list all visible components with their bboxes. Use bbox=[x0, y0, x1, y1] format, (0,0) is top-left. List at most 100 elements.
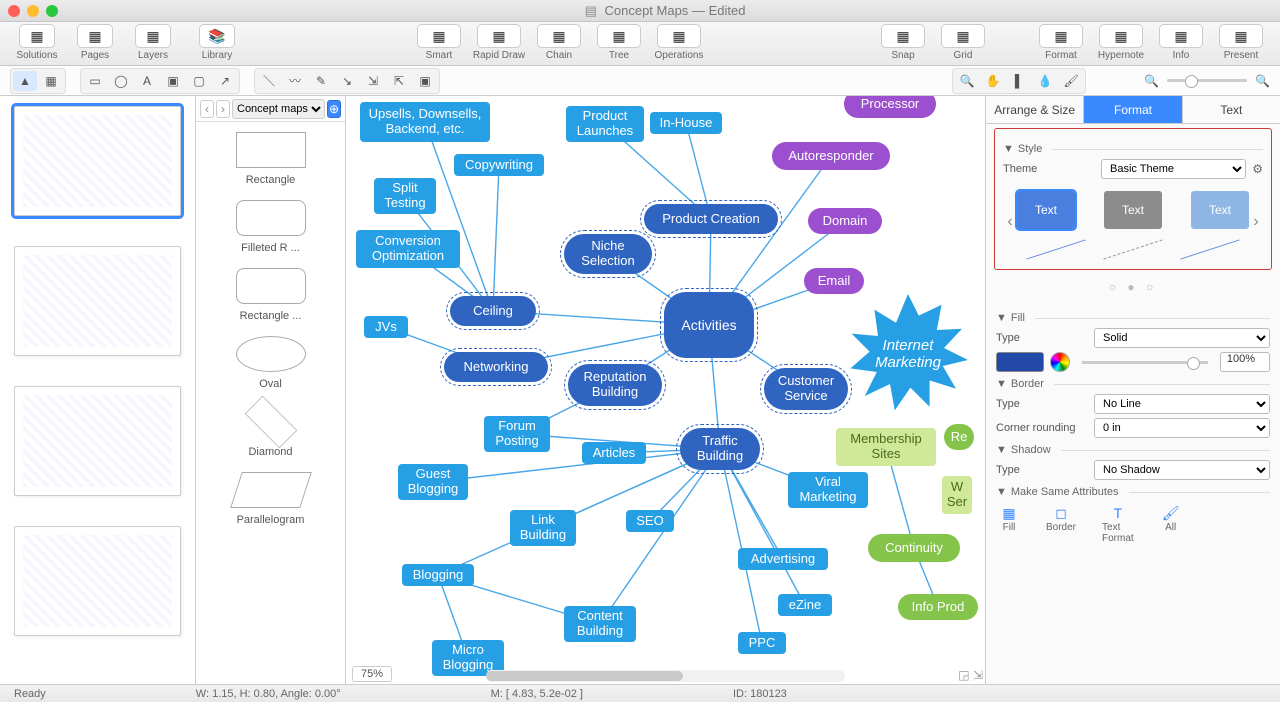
zoom-icon[interactable] bbox=[46, 5, 58, 17]
node-continuity[interactable]: Continuity bbox=[868, 534, 960, 562]
border-type-select[interactable]: No Line bbox=[1094, 394, 1270, 414]
msa-text[interactable]: TTextFormat bbox=[1102, 504, 1134, 544]
lib-diamond[interactable]: Diamond bbox=[202, 404, 339, 458]
node-ceiling[interactable]: Ceiling bbox=[450, 296, 536, 326]
lib-filleted[interactable]: Filleted R ... bbox=[202, 200, 339, 254]
present-button[interactable]: ▦Present bbox=[1212, 24, 1270, 61]
node-networking[interactable]: Networking bbox=[444, 352, 548, 382]
chain-button[interactable]: ▦Chain bbox=[530, 24, 588, 61]
layers-button[interactable]: ▦Layers bbox=[126, 24, 180, 61]
node-autoresp[interactable]: Autoresponder bbox=[772, 142, 890, 170]
minimize-icon[interactable] bbox=[27, 5, 39, 17]
smart-button[interactable]: ▦Smart bbox=[410, 24, 468, 61]
lib-fwd-button[interactable]: › bbox=[216, 100, 230, 118]
node-copywriting[interactable]: Copywriting bbox=[454, 154, 544, 176]
zoom-in-tool[interactable]: 🔍 bbox=[955, 71, 979, 91]
node-upsells[interactable]: Upsells, Downsells,Backend, etc. bbox=[360, 102, 490, 142]
text-tool[interactable]: A bbox=[135, 71, 159, 91]
canvas[interactable]: Upsells, Downsells,Backend, etc. ProductL… bbox=[346, 96, 985, 684]
node-custserv[interactable]: CustomerService bbox=[764, 368, 848, 410]
node-repbuild[interactable]: ReputationBuilding bbox=[568, 364, 662, 406]
format-button[interactable]: ▦Format bbox=[1032, 24, 1090, 61]
page-thumb-2[interactable] bbox=[14, 246, 181, 356]
node-seo[interactable]: SEO bbox=[626, 510, 674, 532]
opacity-value[interactable]: 100% bbox=[1220, 352, 1270, 372]
color-picker-icon[interactable] bbox=[1050, 352, 1070, 372]
node-ezine[interactable]: eZine bbox=[778, 594, 832, 616]
connector3-tool[interactable]: ⇱ bbox=[387, 71, 411, 91]
lib-parallelogram[interactable]: Parallelogram bbox=[202, 472, 339, 526]
theme-prev[interactable]: ‹ bbox=[1003, 192, 1017, 252]
page-thumb-4[interactable] bbox=[14, 526, 181, 636]
msa-border[interactable]: ◻Border bbox=[1046, 504, 1076, 544]
tab-format[interactable]: Format bbox=[1084, 96, 1182, 123]
theme-gear-icon[interactable]: ⚙ bbox=[1252, 162, 1263, 176]
theme-card-1[interactable]: Text bbox=[1017, 191, 1075, 229]
arrow-style-1[interactable] bbox=[1021, 237, 1091, 261]
pointer-tool[interactable]: ▲ bbox=[13, 71, 37, 91]
node-prodcreate[interactable]: Product Creation bbox=[644, 204, 778, 234]
pages-button[interactable]: ▦Pages bbox=[68, 24, 122, 61]
lib-oval[interactable]: Oval bbox=[202, 336, 339, 390]
node-forum[interactable]: ForumPosting bbox=[484, 416, 550, 452]
page-thumb-1[interactable] bbox=[14, 106, 181, 216]
node-ads[interactable]: Advertising bbox=[738, 548, 828, 570]
marquee-tool[interactable]: ▦ bbox=[39, 71, 63, 91]
hand-tool[interactable]: ✋ bbox=[981, 71, 1005, 91]
rapiddraw-button[interactable]: ▦Rapid Draw bbox=[470, 24, 528, 61]
info-button[interactable]: ▦Info bbox=[1152, 24, 1210, 61]
zoom-readout[interactable]: 75% bbox=[352, 666, 392, 682]
line-tool[interactable]: ＼ bbox=[257, 71, 281, 91]
corner-rounding-select[interactable]: 0 in bbox=[1094, 418, 1270, 438]
page-dots[interactable]: ○ ● ○ bbox=[986, 280, 1280, 294]
node-viral[interactable]: ViralMarketing bbox=[788, 472, 868, 508]
node-split[interactable]: SplitTesting bbox=[374, 178, 436, 214]
solutions-button[interactable]: ▦Solutions bbox=[10, 24, 64, 61]
connector2-tool[interactable]: ⇲ bbox=[361, 71, 385, 91]
arrow-style-2[interactable] bbox=[1098, 237, 1168, 261]
zoom-out-icon[interactable]: 🔍 bbox=[1144, 74, 1159, 88]
arrow-style-3[interactable] bbox=[1175, 237, 1245, 261]
node-conv[interactable]: ConversionOptimization bbox=[356, 230, 460, 268]
arrow-tool[interactable]: ↗ bbox=[213, 71, 237, 91]
zoom-slider[interactable] bbox=[1167, 79, 1247, 82]
node-linkb[interactable]: LinkBuilding bbox=[510, 510, 576, 546]
canvas-hscroll[interactable] bbox=[486, 670, 845, 682]
node-inhouse[interactable]: In-House bbox=[650, 112, 722, 134]
textbox-tool[interactable]: ▣ bbox=[161, 71, 185, 91]
node-membership[interactable]: MembershipSites bbox=[836, 428, 936, 466]
stamp-tool[interactable]: ▣ bbox=[413, 71, 437, 91]
node-infoprod[interactable]: Info Prod bbox=[898, 594, 978, 620]
zoom-in-icon[interactable]: 🔍 bbox=[1255, 74, 1270, 88]
operations-button[interactable]: ▦Operations bbox=[650, 24, 708, 61]
msa-all[interactable]: 🖌All bbox=[1160, 504, 1182, 544]
node-activities[interactable]: Activities bbox=[664, 292, 754, 358]
node-ppc[interactable]: PPC bbox=[738, 632, 786, 654]
eyedropper-tool[interactable]: 💧 bbox=[1033, 71, 1057, 91]
node-niche[interactable]: NicheSelection bbox=[564, 234, 652, 274]
rect-tool[interactable]: ▭ bbox=[83, 71, 107, 91]
crop-tool[interactable]: ▌ bbox=[1007, 71, 1031, 91]
node-internet-marketing[interactable]: InternetMarketing bbox=[848, 294, 968, 414]
tab-text[interactable]: Text bbox=[1183, 96, 1280, 123]
connector-tool[interactable]: ↘ bbox=[335, 71, 359, 91]
tree-button[interactable]: ▦Tree bbox=[590, 24, 648, 61]
node-wserv[interactable]: WSer bbox=[942, 476, 972, 514]
brush-tool[interactable]: 🖌 bbox=[1059, 71, 1083, 91]
hypernote-button[interactable]: ▦Hypernote bbox=[1092, 24, 1150, 61]
lib-add-button[interactable]: ⊕ bbox=[327, 100, 341, 118]
library-button[interactable]: 📚 Library bbox=[190, 24, 244, 61]
library-selector[interactable]: Concept maps bbox=[232, 99, 325, 119]
node-jvs[interactable]: JVs bbox=[364, 316, 408, 338]
theme-next[interactable]: › bbox=[1249, 192, 1263, 252]
tab-arrange-size[interactable]: Arrange & Size bbox=[986, 96, 1084, 123]
node-re[interactable]: Re bbox=[944, 424, 974, 450]
grid-button[interactable]: ▦Grid bbox=[934, 24, 992, 61]
page-thumb-3[interactable] bbox=[14, 386, 181, 496]
node-product-launches[interactable]: ProductLaunches bbox=[566, 106, 644, 142]
node-articles[interactable]: Articles bbox=[582, 442, 646, 464]
node-domain[interactable]: Domain bbox=[808, 208, 882, 234]
theme-select[interactable]: Basic Theme bbox=[1101, 159, 1246, 179]
node-email[interactable]: Email bbox=[804, 268, 864, 294]
pen-tool[interactable]: ✎ bbox=[309, 71, 333, 91]
